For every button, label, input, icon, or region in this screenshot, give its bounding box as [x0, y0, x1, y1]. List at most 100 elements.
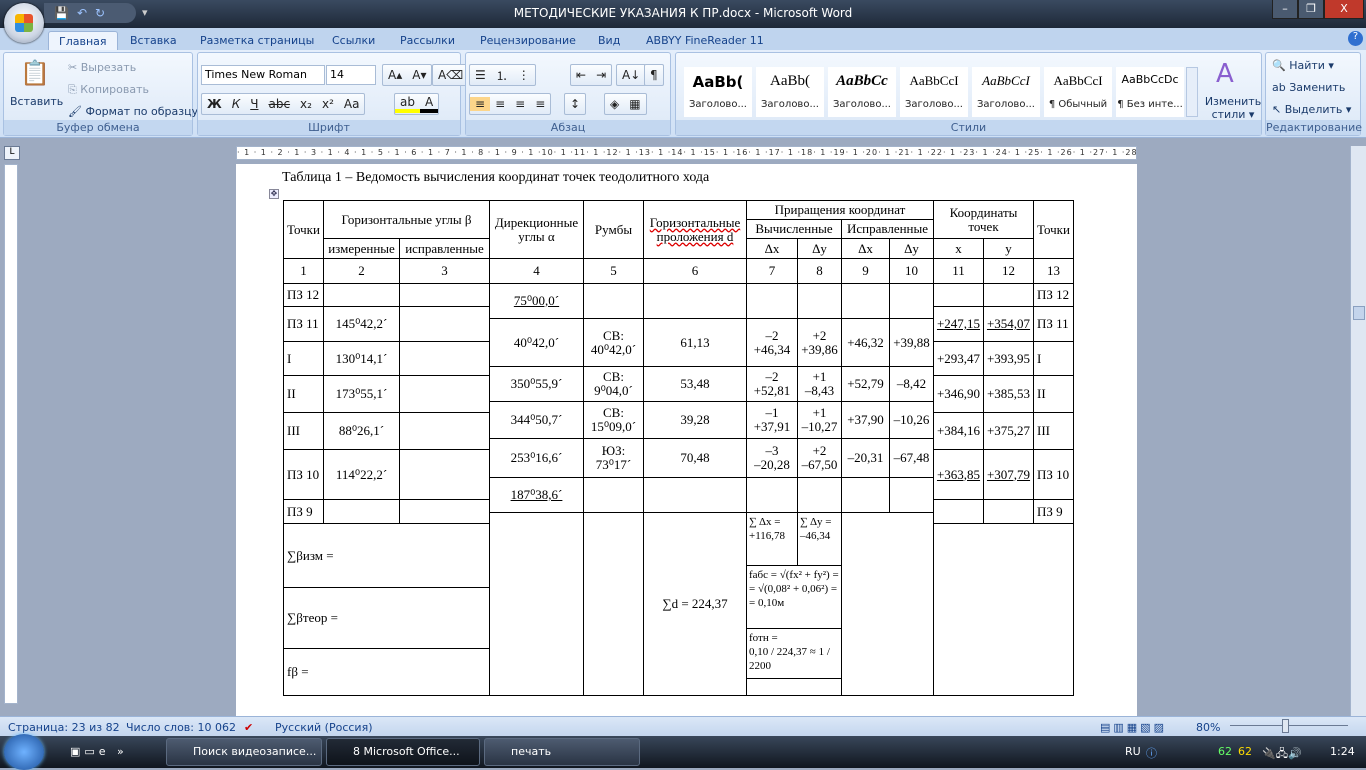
- tab-insert[interactable]: Вставка: [120, 31, 187, 50]
- styles-scroll[interactable]: [1186, 67, 1198, 117]
- change-case-button[interactable]: Aa: [339, 97, 365, 111]
- header-computed[interactable]: Вычисленные: [746, 219, 842, 239]
- corrected-dy[interactable]: +39,88: [889, 318, 934, 367]
- close-button[interactable]: X: [1324, 0, 1364, 19]
- save-icon[interactable]: 💾: [54, 6, 69, 20]
- quick-launch-icons[interactable]: ▣▭e »: [70, 745, 128, 758]
- clear-format-button[interactable]: A⌫: [432, 64, 470, 86]
- scrollbar-thumb[interactable]: [1353, 306, 1365, 320]
- measured-angle[interactable]: 114⁰22,2ˊ: [323, 449, 400, 500]
- header-points-right[interactable]: Точки: [1033, 200, 1074, 259]
- rhumb[interactable]: СВ: 40⁰42,0ˊ: [583, 318, 644, 367]
- corrected-angle[interactable]: [399, 341, 490, 376]
- highlight-button[interactable]: ab: [395, 95, 420, 113]
- coordinate-x[interactable]: +247,15: [933, 306, 984, 342]
- zoom-slider[interactable]: [1230, 725, 1348, 726]
- style-no-spacing[interactable]: AaBbCcDc ¶ Без инте...: [1116, 67, 1184, 117]
- style-heading2[interactable]: AaBb(Заголово...: [756, 67, 824, 117]
- shrink-font-button[interactable]: A▾: [407, 68, 431, 82]
- computed-dy[interactable]: +1 –10,27: [797, 401, 842, 439]
- column-number[interactable]: 6: [643, 258, 747, 284]
- station-point-right[interactable]: ПЗ 9: [1033, 499, 1074, 524]
- direction-angle[interactable]: 253⁰16,6ˊ: [489, 438, 584, 478]
- header-dy[interactable]: Δy: [889, 238, 934, 259]
- coordinate-y[interactable]: +354,07: [983, 306, 1034, 342]
- format-painter-button[interactable]: 🖌 Формат по образцу: [68, 105, 198, 118]
- column-number[interactable]: 4: [489, 258, 584, 284]
- underline-button[interactable]: Ч: [245, 97, 263, 111]
- header-increments[interactable]: Приращения координат: [746, 200, 934, 220]
- sum-distances[interactable]: ∑d = 224,37: [643, 512, 747, 696]
- align-center-button[interactable]: ≡: [490, 97, 510, 111]
- station-point-right[interactable]: ПЗ 12: [1033, 283, 1074, 307]
- corrected-angle[interactable]: [399, 283, 490, 307]
- corrected-dx[interactable]: [841, 283, 890, 319]
- numbering-button[interactable]: ⒈: [491, 67, 513, 84]
- computed-dy[interactable]: [797, 283, 842, 319]
- header-measured[interactable]: измеренные: [323, 238, 400, 259]
- station-point[interactable]: III: [283, 412, 324, 450]
- distance[interactable]: [643, 477, 747, 513]
- vertical-scrollbar[interactable]: [1350, 146, 1366, 716]
- bold-button[interactable]: Ж: [202, 97, 227, 111]
- help-icon[interactable]: ?: [1348, 31, 1363, 46]
- measured-angle[interactable]: 173⁰55,1ˊ: [323, 375, 400, 413]
- undo-icon[interactable]: ↶: [77, 6, 87, 20]
- network-volume-icons[interactable]: 🔌🖧🔊: [1262, 745, 1302, 764]
- header-rhumbs[interactable]: Румбы: [583, 200, 644, 259]
- corrected-angle[interactable]: [399, 412, 490, 450]
- office-button[interactable]: [4, 3, 44, 43]
- summary-empty[interactable]: [746, 678, 842, 696]
- decrease-indent-button[interactable]: ⇤: [571, 68, 591, 82]
- column-number[interactable]: 2: [323, 258, 400, 284]
- measured-angle[interactable]: 130⁰14,1ˊ: [323, 341, 400, 376]
- corrected-dy[interactable]: –8,42: [889, 366, 934, 402]
- computed-dx[interactable]: –2 +46,34: [746, 318, 798, 367]
- tab-abbyy[interactable]: ABBYY FineReader 11: [636, 31, 774, 50]
- distance[interactable]: 61,13: [643, 318, 747, 367]
- tab-review[interactable]: Рецензирование: [470, 31, 586, 50]
- vertical-ruler[interactable]: [4, 164, 18, 704]
- select-button[interactable]: ↖ Выделить ▾: [1272, 103, 1351, 116]
- subscript-button[interactable]: x₂: [295, 97, 317, 111]
- help-tray-icon[interactable]: ⓘ: [1146, 745, 1157, 761]
- header-dx[interactable]: Δx: [841, 238, 890, 259]
- rhumb[interactable]: [583, 477, 644, 513]
- increase-indent-button[interactable]: ⇥: [591, 68, 611, 82]
- column-number[interactable]: 12: [983, 258, 1034, 284]
- rhumb[interactable]: ЮЗ: 73⁰17ˊ: [583, 438, 644, 478]
- page-count[interactable]: Страница: 23 из 82: [8, 721, 120, 734]
- customize-qat-icon[interactable]: ▾: [142, 6, 148, 19]
- header-distances[interactable]: Горизонтальные проложения d: [643, 200, 747, 259]
- corrected-angle[interactable]: [399, 499, 490, 524]
- column-number[interactable]: 1: [283, 258, 324, 284]
- font-name-select[interactable]: Times New Roman: [201, 65, 325, 85]
- cut-button[interactable]: ✂ Вырезать: [68, 61, 136, 74]
- header-corrected[interactable]: исправленные: [399, 238, 490, 259]
- summary-empty[interactable]: [583, 512, 644, 696]
- column-number[interactable]: 7: [746, 258, 798, 284]
- header-horizontal-angles[interactable]: Горизонтальные углы β: [323, 200, 490, 239]
- column-number[interactable]: 5: [583, 258, 644, 284]
- tab-view[interactable]: Вид: [588, 31, 630, 50]
- zoom-level[interactable]: 80%: [1196, 721, 1220, 734]
- corrected-dx[interactable]: –20,31: [841, 438, 890, 478]
- computed-dy[interactable]: +2 +39,86: [797, 318, 842, 367]
- corrected-angle[interactable]: [399, 375, 490, 413]
- coordinate-y[interactable]: +385,53: [983, 375, 1034, 413]
- corrected-dy[interactable]: [889, 477, 934, 513]
- station-point[interactable]: ПЗ 10: [283, 449, 324, 500]
- direction-angle[interactable]: 350⁰55,9ˊ: [489, 366, 584, 402]
- font-color-button[interactable]: A: [419, 95, 439, 113]
- word-count[interactable]: Число слов: 10 062: [126, 721, 236, 734]
- coordinate-x[interactable]: [933, 283, 984, 307]
- sum-dx[interactable]: ∑ Δx = +116,78: [746, 512, 798, 566]
- tab-home[interactable]: Главная: [48, 31, 118, 50]
- tab-mailings[interactable]: Рассылки: [390, 31, 465, 50]
- corrected-dy[interactable]: [889, 283, 934, 319]
- style-heading3[interactable]: AaBbCc Заголово...: [828, 67, 896, 117]
- column-number[interactable]: 13: [1033, 258, 1074, 284]
- header-direction-angles[interactable]: Дирекционные углы α: [489, 200, 584, 259]
- station-point[interactable]: ПЗ 12: [283, 283, 324, 307]
- station-point[interactable]: I: [283, 341, 324, 376]
